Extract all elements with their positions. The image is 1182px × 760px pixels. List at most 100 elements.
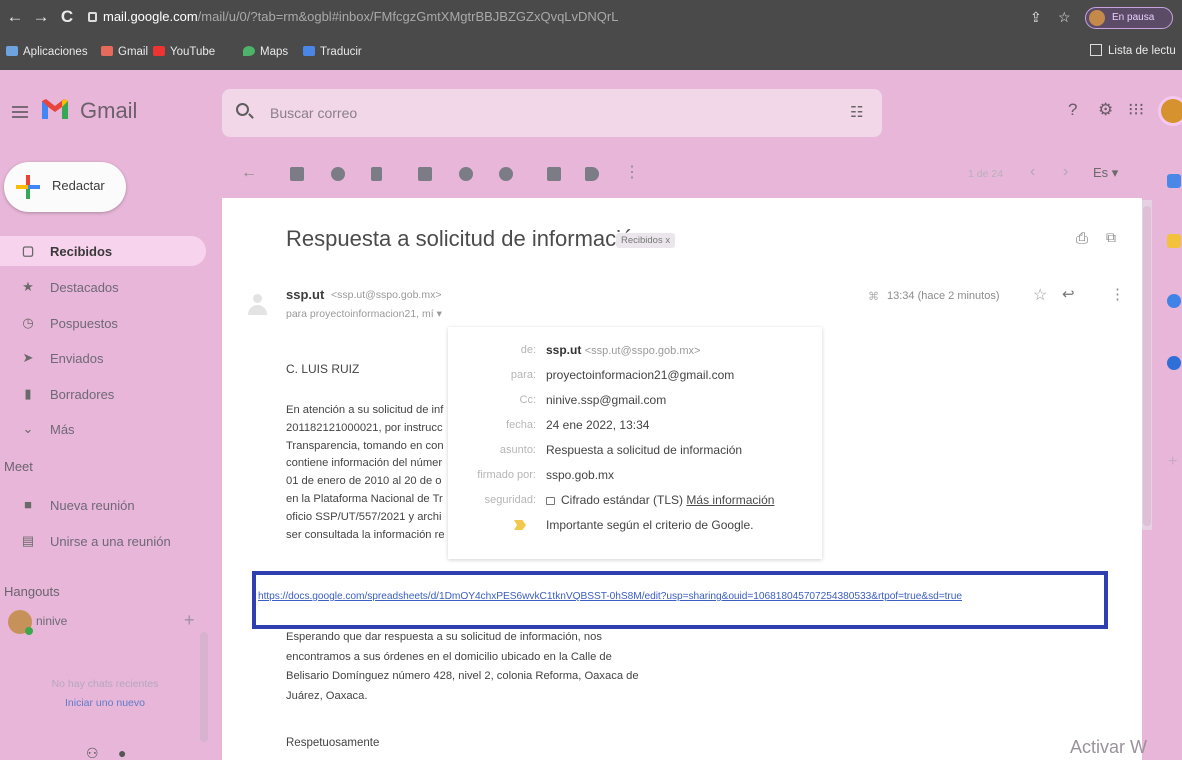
compose-plus-icon — [16, 175, 40, 199]
tasks-icon[interactable] — [1167, 294, 1181, 308]
address-bar[interactable]: mail.google.com/mail/u/0/?tab=rm&ogbl#in… — [88, 4, 1023, 30]
bookmark-gmail[interactable]: Gmail — [101, 46, 148, 58]
snooze-icon[interactable] — [459, 167, 473, 181]
url-row: ← → C mail.google.com/mail/u/0/?tab=rm&o… — [0, 0, 1182, 36]
share-icon[interactable]: ⇪ — [1030, 9, 1042, 26]
inbox-icon: ▢ — [21, 243, 35, 258]
message-time: 13:34 (hace 2 minutos) — [887, 290, 1000, 302]
main-menu-icon[interactable] — [12, 106, 28, 118]
reading-list-icon — [1090, 44, 1102, 56]
reply-icon[interactable]: ↩ — [1062, 285, 1075, 303]
back-to-inbox-icon[interactable]: ← — [241, 164, 257, 182]
next-icon[interactable]: › — [1063, 163, 1068, 181]
move-to-icon[interactable] — [547, 167, 561, 181]
language-selector[interactable]: Es ▾ — [1093, 165, 1118, 181]
message-more-icon[interactable]: ⋮ — [1110, 285, 1125, 303]
compose-button[interactable]: Redactar — [4, 162, 126, 212]
inbox-label-chip[interactable]: Recibidos x — [616, 233, 676, 248]
message-body-closing: Esperando que dar respuesta a su solicit… — [286, 631, 639, 702]
send-icon: ➤ — [22, 350, 34, 365]
add-chat-icon[interactable]: + — [184, 610, 195, 631]
sender-name: ssp.ut — [286, 287, 325, 302]
open-new-window-icon[interactable]: ⧉ — [1106, 229, 1116, 246]
search-input[interactable] — [270, 102, 790, 124]
lock-icon — [88, 12, 97, 22]
clock-icon: ◷ — [22, 315, 34, 330]
nav-item-inbox[interactable]: ▢ Recibidos — [0, 236, 206, 266]
browser-chrome: ← → C mail.google.com/mail/u/0/?tab=rm&o… — [0, 0, 1182, 70]
nav-item-snoozed[interactable]: ◷ Pospuestos — [0, 308, 206, 338]
message-greeting: C. LUIS RUIZ — [286, 362, 360, 376]
reading-list[interactable]: Lista de lectu — [1090, 44, 1176, 57]
windows-activation-watermark: Activar W — [1070, 737, 1148, 757]
message-scrollbar[interactable] — [1143, 206, 1151, 526]
url-path: /mail/u/0/?tab=rm&ogbl#inbox/FMfcgzGmtXM… — [197, 9, 619, 24]
recipients-toggle[interactable]: para proyectoinformacion21, mí ▾ — [286, 308, 442, 320]
gmail-logo — [42, 99, 68, 119]
back-arrow-icon[interactable]: ← — [4, 6, 26, 28]
add-task-icon[interactable] — [499, 167, 513, 181]
nav-item-more[interactable]: ⌄ Más — [0, 414, 206, 444]
apps-grid-icon[interactable]: ⁝⁝⁝ — [1128, 100, 1144, 120]
meet-join-meeting[interactable]: ▤ Unirse a una reunión — [0, 526, 206, 556]
help-icon[interactable]: ? — [1068, 100, 1077, 120]
mark-unread-icon[interactable] — [418, 167, 432, 181]
sender-email: <ssp.ut@sspo.gob.mx> — [331, 289, 442, 301]
contacts-icon[interactable]: ⚇ — [86, 745, 99, 760]
bookmark-star-icon[interactable]: ☆ — [1058, 9, 1071, 26]
keep-icon[interactable] — [1167, 234, 1181, 248]
start-new-chat-link[interactable]: Iniciar uno nuevo — [30, 697, 180, 709]
bookmarks-bar: Aplicaciones Gmail YouTube Maps Traducir… — [0, 36, 1182, 70]
chat-bubble-icon[interactable]: ● — [118, 745, 126, 760]
forward-arrow-icon[interactable]: → — [30, 6, 52, 28]
star-message-icon[interactable]: ☆ — [1033, 285, 1047, 305]
report-spam-icon[interactable] — [331, 167, 345, 181]
account-avatar[interactable] — [1158, 96, 1182, 126]
label-arrow-icon: ⌘ — [868, 291, 879, 303]
search-icon[interactable] — [236, 103, 249, 116]
hangouts-section-title: Hangouts — [4, 584, 60, 599]
message-body-partial: En atención a su solicitud de inf 201182… — [286, 404, 445, 541]
bookmark-translate[interactable]: Traducir — [303, 46, 362, 58]
hangouts-scrollbar[interactable] — [200, 632, 208, 742]
youtube-icon — [153, 46, 165, 56]
details-subject-row: asunto: Respuesta a solicitud de informa… — [499, 443, 743, 457]
bookmark-youtube[interactable]: YouTube — [153, 46, 215, 58]
hangouts-user-avatar — [8, 610, 33, 635]
star-icon: ★ — [22, 279, 34, 294]
spreadsheet-link[interactable]: https://docs.google.com/spreadsheets/d/1… — [258, 591, 962, 602]
contacts-side-icon[interactable] — [1167, 356, 1181, 370]
archive-icon[interactable] — [290, 167, 304, 181]
meet-new-meeting[interactable]: ■ Nueva reunión — [0, 490, 206, 520]
gmail-wordmark: Gmail — [80, 98, 138, 123]
get-addons-icon[interactable]: + — [1168, 453, 1177, 471]
bookmark-maps[interactable]: Maps — [243, 46, 288, 58]
previous-icon[interactable]: ‹ — [1030, 163, 1035, 181]
sender-avatar — [244, 290, 270, 320]
settings-gear-icon[interactable]: ⚙ — [1098, 100, 1113, 120]
nav-item-sent[interactable]: ➤ Enviados — [0, 343, 206, 373]
details-from-row: de: ssp.ut <ssp.ut@sspo.gob.mx> — [520, 343, 701, 357]
lock-icon — [546, 497, 555, 505]
profile-status: En pausa — [1112, 12, 1155, 23]
print-icon[interactable]: ⎙ — [1076, 230, 1088, 247]
details-date-row: fecha: 24 ene 2022, 13:34 — [506, 418, 650, 432]
importance-marker-icon — [514, 520, 526, 530]
message-signoff: Respetuosamente — [286, 737, 380, 749]
reload-icon[interactable]: C — [56, 6, 78, 28]
bookmark-apps[interactable]: Aplicaciones — [6, 46, 88, 58]
profile-avatar — [1089, 10, 1105, 26]
search-options-icon[interactable]: ☷ — [850, 103, 863, 121]
delete-icon[interactable] — [371, 167, 382, 181]
profile-button[interactable]: En pausa — [1085, 7, 1173, 29]
draft-icon: ▮ — [24, 386, 32, 401]
nav-item-starred[interactable]: ★ Destacados — [0, 272, 206, 302]
maps-pin-icon — [243, 46, 255, 56]
more-info-link[interactable]: Más información — [686, 493, 774, 507]
calendar-icon[interactable] — [1167, 174, 1181, 188]
hangouts-user[interactable]: ninive + — [8, 608, 208, 638]
details-cc-row: Cc: ninive.ssp@gmail.com — [519, 393, 667, 407]
nav-item-drafts[interactable]: ▮ Borradores — [0, 379, 206, 409]
more-options-icon[interactable]: ⋮ — [624, 162, 640, 182]
label-icon[interactable] — [585, 167, 599, 181]
